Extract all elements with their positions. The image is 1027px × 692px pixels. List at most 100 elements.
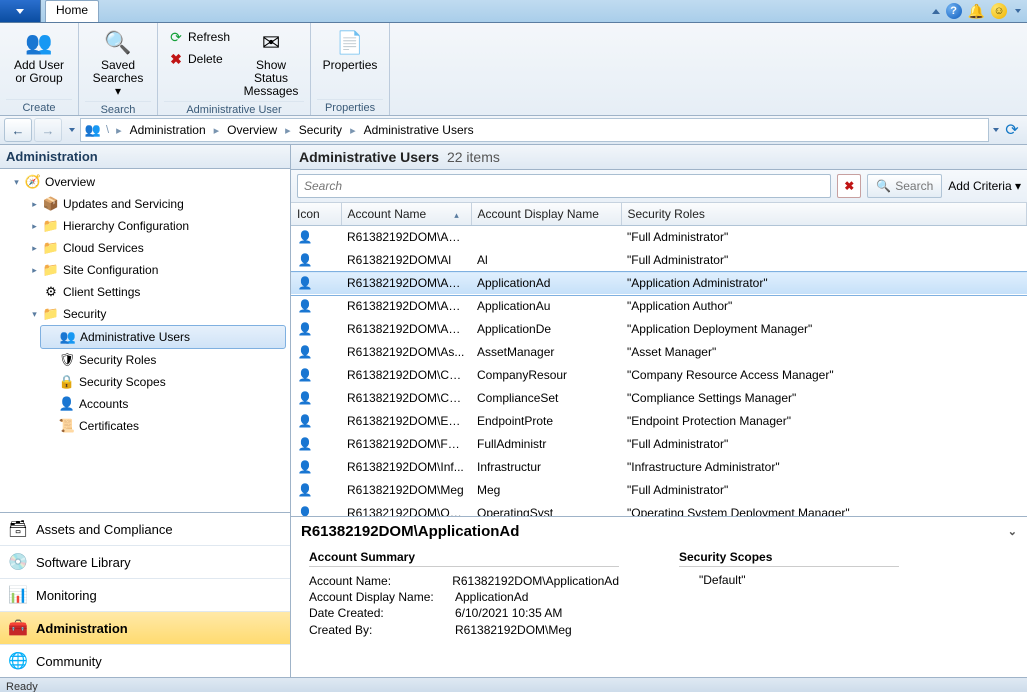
cell-security-roles: "Full Administrator" (621, 479, 1027, 502)
node-overview[interactable]: ▾🧭Overview (0, 171, 290, 193)
cell-display-name: ApplicationAd (471, 272, 621, 295)
notifications-icon[interactable]: 🔔 (968, 3, 985, 20)
nav-history-dropdown[interactable] (64, 128, 78, 132)
cell-security-roles: "Full Administrator" (621, 433, 1027, 456)
node-certificates[interactable]: 📜Certificates (0, 415, 290, 437)
cell-display-name: FullAdministr (471, 433, 621, 456)
search-button[interactable]: 🔍 Search (867, 174, 942, 198)
table-row[interactable]: 👤R61382192DOM\As...AssetManager"Asset Ma… (291, 341, 1027, 364)
expand-icon[interactable]: ▸ (30, 244, 39, 253)
ws-administration[interactable]: 🧰Administration (0, 611, 290, 644)
tree-node-icon: 🧭 (25, 174, 41, 190)
node-security-scopes[interactable]: 🔒Security Scopes (0, 371, 290, 393)
search-bar: ✖ 🔍 Search Add Criteria ▾ (291, 170, 1027, 203)
node-accounts[interactable]: 👤Accounts (0, 393, 290, 415)
refresh-button[interactable]: ⟳Refresh (164, 27, 234, 47)
user-icon: 👤 (297, 344, 313, 360)
cell-account-name: R61382192DOM\Co... (341, 387, 471, 410)
table-row[interactable]: 👤R61382192DOM\AlAl"Full Administrator" (291, 249, 1027, 272)
help-icon[interactable]: ? (946, 3, 962, 19)
cell-display-name: AssetManager (471, 341, 621, 364)
node-client-settings[interactable]: ⚙Client Settings (0, 281, 290, 303)
collapse-ribbon-icon[interactable] (932, 9, 940, 14)
column-security-roles[interactable]: Security Roles (621, 203, 1027, 226)
expand-icon[interactable]: ▸ (30, 266, 39, 275)
node-security-roles[interactable]: 🛡Security Roles (0, 349, 290, 371)
show-status-messages-button[interactable]: ✉Show Status Messages (238, 25, 304, 101)
users-icon: 👥 (85, 122, 101, 138)
user-icon: 👤 (297, 390, 313, 406)
table-row[interactable]: 👤R61382192DOM\MegMeg"Full Administrator" (291, 479, 1027, 502)
cell-display-name: Meg (471, 479, 621, 502)
feedback-icon[interactable]: ☺ (991, 3, 1007, 19)
ws-software[interactable]: 💿Software Library (0, 545, 290, 578)
table-row[interactable]: 👤R61382192DOM\Co...CompanyResour"Company… (291, 364, 1027, 387)
table-row[interactable]: 👤R61382192DOM\Ad..."Full Administrator" (291, 226, 1027, 249)
tree-node-icon: 📦 (43, 196, 59, 212)
table-row[interactable]: 👤R61382192DOM\Op...OperatingSyst"Operati… (291, 502, 1027, 518)
breadcrumb-overview[interactable]: Overview (224, 123, 280, 137)
user-icon: 👤 (297, 436, 313, 452)
properties-icon: 📄 (334, 27, 366, 59)
column-account-display-name[interactable]: Account Display Name (471, 203, 621, 226)
feedback-dropdown-icon[interactable] (1015, 9, 1021, 13)
breadcrumb-administrative-users[interactable]: Administrative Users (361, 123, 477, 137)
delete-button[interactable]: ✖Delete (164, 49, 234, 69)
add-criteria-button[interactable]: Add Criteria ▾ (948, 179, 1021, 193)
ws-assets[interactable]: 🗃Assets and Compliance (0, 513, 290, 545)
clear-search-button[interactable]: ✖ (837, 174, 861, 198)
node-admin-users[interactable]: 👥Administrative Users (40, 325, 286, 349)
tree-node-label: Cloud Services (63, 241, 144, 255)
node-site[interactable]: ▸📁Site Configuration (0, 259, 290, 281)
tab-home[interactable]: Home (45, 0, 99, 22)
table-row[interactable]: 👤R61382192DOM\Ap...ApplicationDe"Applica… (291, 318, 1027, 341)
node-security[interactable]: ▾📁Security (0, 303, 290, 325)
expand-icon[interactable]: ▾ (12, 178, 21, 187)
table-row[interactable]: 👤R61382192DOM\Ap...ApplicationAu"Applica… (291, 295, 1027, 318)
nav-forward-button[interactable]: → (34, 118, 62, 142)
expand-icon[interactable]: ▸ (30, 200, 39, 209)
ws-community[interactable]: 🌐Community (0, 644, 290, 677)
user-icon: 👤 (297, 505, 313, 517)
column-account-name[interactable]: Account Name▴ (341, 203, 471, 226)
table-row[interactable]: 👤R61382192DOM\Inf...Infrastructur"Infras… (291, 456, 1027, 479)
cell-account-name: R61382192DOM\Ap... (341, 318, 471, 341)
app-menu-button[interactable] (0, 0, 41, 22)
expand-icon[interactable]: ▾ (30, 310, 39, 319)
cell-security-roles: "Compliance Settings Manager" (621, 387, 1027, 410)
cell-display-name: Al (471, 249, 621, 272)
column-icon[interactable]: Icon (291, 203, 341, 226)
table-row[interactable]: 👤R61382192DOM\En...EndpointProte"Endpoin… (291, 410, 1027, 433)
search-icon: 🔍 (876, 179, 891, 193)
search-input[interactable] (297, 174, 831, 198)
add-user-or-group-button[interactable]: 👥Add User or Group (6, 25, 72, 87)
nav-back-button[interactable]: ← (4, 118, 32, 142)
detail-expand-icon[interactable]: ⌄ (1008, 525, 1017, 538)
ws-assets-icon: 🗃 (8, 519, 28, 539)
data-grid[interactable]: IconAccount Name▴Account Display NameSec… (291, 203, 1027, 517)
list-title-bar: Administrative Users 22 items (291, 145, 1027, 170)
table-row[interactable]: 👤R61382192DOM\Ful...FullAdministr"Full A… (291, 433, 1027, 456)
breadcrumb-security[interactable]: Security (296, 123, 345, 137)
breadcrumb-dropdown[interactable] (991, 128, 999, 132)
breadcrumb-administration[interactable]: Administration (127, 123, 209, 137)
saved-searches-button[interactable]: 🔍Saved Searches ▾ (85, 25, 151, 101)
expand-icon[interactable]: ▸ (30, 222, 39, 231)
cell-security-roles: "Endpoint Protection Manager" (621, 410, 1027, 433)
node-cloud[interactable]: ▸📁Cloud Services (0, 237, 290, 259)
table-row[interactable]: 👤R61382192DOM\Ap...ApplicationAd"Applica… (291, 272, 1027, 295)
tree-node-icon: ⚙ (43, 284, 59, 300)
user-icon: 👤 (297, 275, 313, 291)
breadcrumb: 👥 \ ▸ Administration▸Overview▸Security▸A… (80, 118, 989, 142)
status-text: Ready (6, 681, 38, 692)
node-hierarchy[interactable]: ▸📁Hierarchy Configuration (0, 215, 290, 237)
node-updates[interactable]: ▸📦Updates and Servicing (0, 193, 290, 215)
workspace-label: Administration (36, 621, 128, 636)
table-row[interactable]: 👤R61382192DOM\Co...ComplianceSet"Complia… (291, 387, 1027, 410)
nav-refresh-button[interactable]: ⟳ (1001, 119, 1023, 141)
properties-button[interactable]: 📄Properties (317, 25, 383, 74)
cell-display-name: OperatingSyst (471, 502, 621, 518)
ws-monitoring[interactable]: 📊Monitoring (0, 578, 290, 611)
cell-security-roles: "Application Deployment Manager" (621, 318, 1027, 341)
saved-searches-icon: 🔍 (102, 27, 134, 59)
